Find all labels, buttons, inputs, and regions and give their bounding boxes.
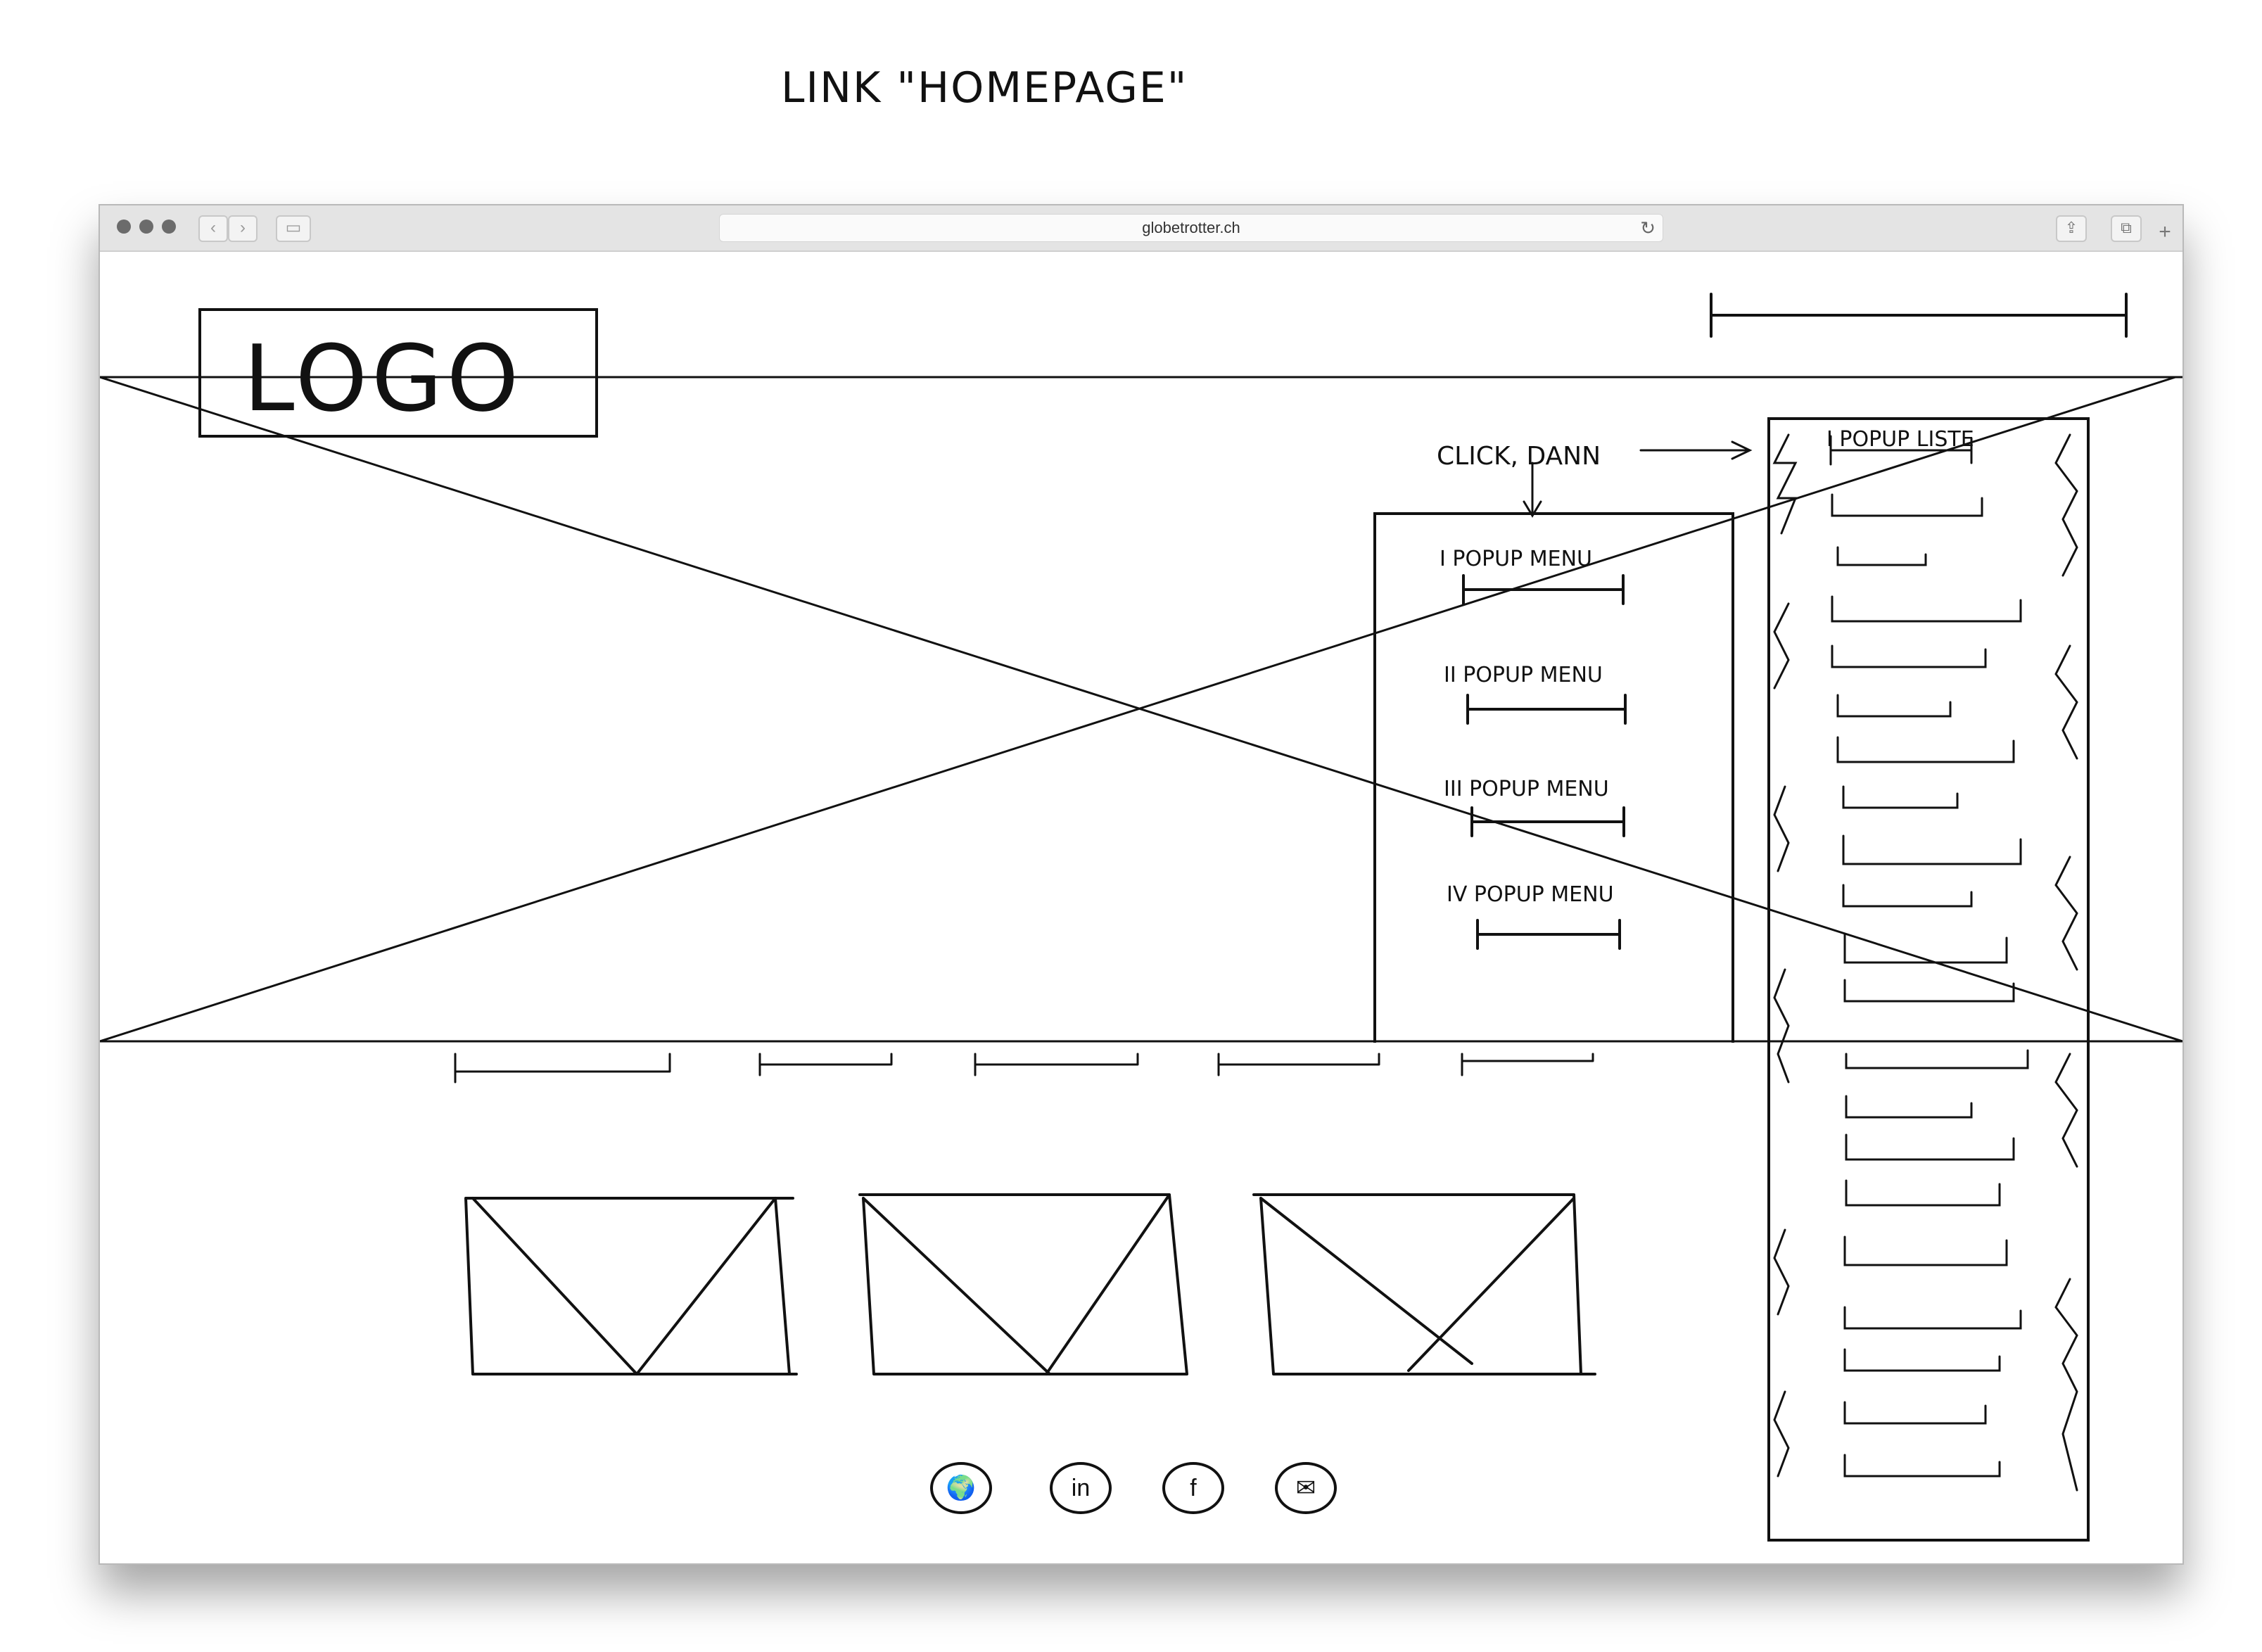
page-title: LINK "HOMEPAGE" xyxy=(781,63,1188,113)
sidebar-toggle-icon[interactable]: ▭ xyxy=(276,215,311,242)
nav-link-placeholders xyxy=(454,1053,1594,1084)
logo[interactable]: LOGO xyxy=(198,308,598,438)
minimize-window-icon[interactable] xyxy=(139,220,153,234)
popup-menu-item-2[interactable]: II POPUP MENU xyxy=(1444,663,1603,687)
popup-menu-item-3[interactable]: III POPUP MENU xyxy=(1444,777,1609,801)
header-nav-placeholder xyxy=(1710,293,2128,338)
logo-text: LOGO xyxy=(243,325,523,432)
popup-menu-item-4[interactable]: IV POPUP MENU xyxy=(1447,882,1614,907)
image-card-placeholders xyxy=(464,1193,1596,1375)
maximize-window-icon[interactable] xyxy=(162,220,176,234)
share-icon[interactable]: ⇪ xyxy=(2056,215,2087,242)
click-annotation: CLICK, DANN xyxy=(1437,442,1601,471)
globe-icon[interactable]: 🌍 xyxy=(930,1462,992,1514)
popup-menu-item-1[interactable]: I POPUP MENU xyxy=(1440,547,1592,571)
back-button[interactable]: ‹ xyxy=(198,215,228,242)
close-window-icon[interactable] xyxy=(117,220,131,234)
linkedin-icon[interactable]: in xyxy=(1050,1462,1112,1514)
browser-window: ‹ › ▭ globetrotter.ch ↻ ⇪ ⧉ + LOGO CLICK… xyxy=(99,204,2184,1565)
page-content: LOGO CLICK, DANN I POPUP MENU II POPUP M… xyxy=(100,252,2182,1563)
popup-menu: I POPUP MENU II POPUP MENU III POPUP MEN… xyxy=(1373,512,1734,1043)
address-bar[interactable]: globetrotter.ch ↻ xyxy=(719,214,1663,242)
forward-button[interactable]: › xyxy=(228,215,258,242)
new-tab-button[interactable]: + xyxy=(2153,221,2177,245)
popup-list: I POPUP LISTE xyxy=(1767,417,2090,1542)
popup-list-title: I POPUP LISTE xyxy=(1826,427,1974,452)
facebook-icon[interactable]: f xyxy=(1162,1462,1224,1514)
mail-icon[interactable]: ✉ xyxy=(1275,1462,1337,1514)
tabs-overview-icon[interactable]: ⧉ xyxy=(2111,215,2142,242)
browser-toolbar: ‹ › ▭ globetrotter.ch ↻ ⇪ ⧉ + xyxy=(100,205,2182,252)
arrow-to-list xyxy=(1639,440,1753,460)
reload-icon[interactable]: ↻ xyxy=(1640,215,1656,241)
url-text: globetrotter.ch xyxy=(1142,219,1240,236)
arrow-to-menu xyxy=(1523,462,1542,518)
